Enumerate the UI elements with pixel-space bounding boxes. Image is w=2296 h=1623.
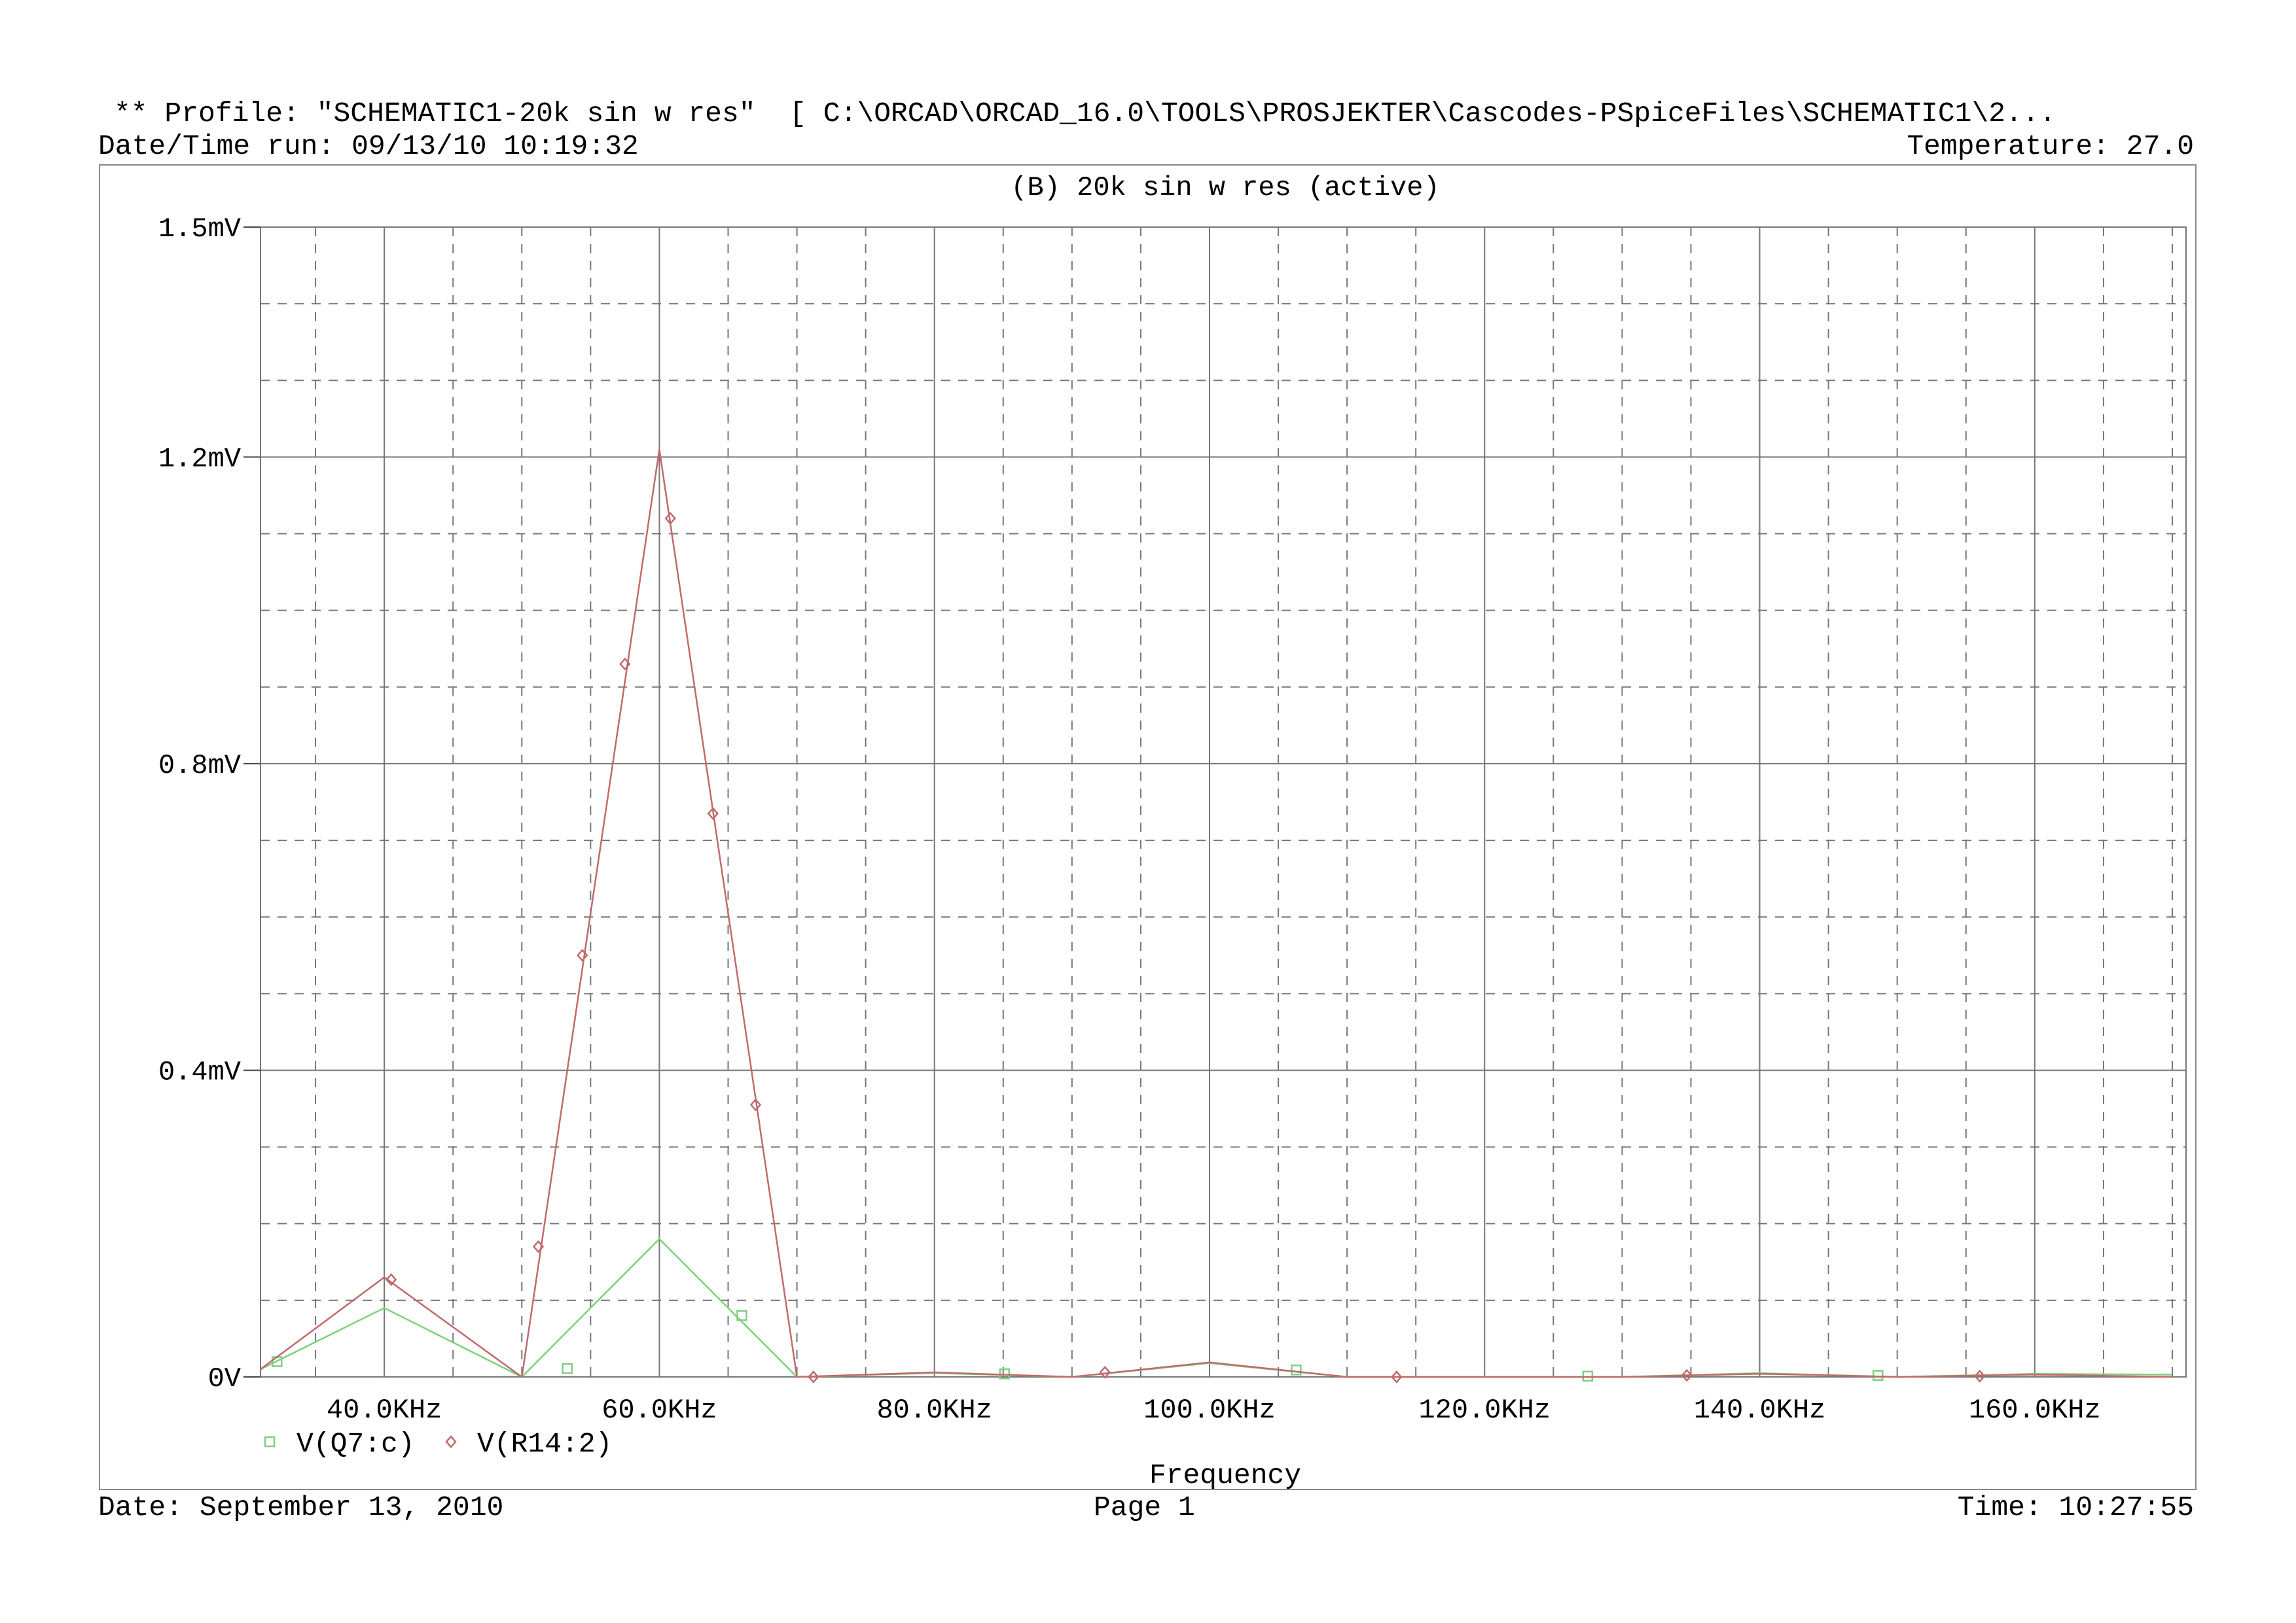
x-tick-label: 160.0KHz [1969, 1395, 2101, 1426]
y-tick-label: 0V [208, 1363, 241, 1395]
x-tick-label: 100.0KHz [1143, 1395, 1276, 1426]
series-line [260, 449, 2173, 1379]
x-tick-label: 60.0KHz [601, 1395, 717, 1426]
series-line [260, 1238, 2173, 1378]
y-tick-label: 1.5mV [158, 213, 241, 245]
y-tick-label: 1.2mV [158, 443, 241, 474]
pspice-plot: (B) 20k sin w res (active) 0V 0.4mV 0.8mV 1… [99, 164, 2197, 1491]
x-axis-ticks: 40.0KHz 60.0KHz 80.0KHz 100.0KHz 120.0KHz 140… [327, 1395, 2101, 1426]
data-point-square [1873, 1370, 1884, 1381]
grid [260, 227, 2186, 1377]
plot-window-frame [99, 164, 2197, 1490]
legend: V(Q7:c) V(R14:2) [264, 1428, 612, 1460]
y-axis-ticks: 0V 0.4mV 0.8mV 1.2mV 1.5mV [158, 213, 260, 1395]
data-point-square [562, 1363, 573, 1374]
x-tick-label: 120.0KHz [1418, 1395, 1551, 1426]
legend-label-vr142: V(R14:2) [477, 1428, 612, 1460]
series [260, 449, 2173, 1383]
x-tick-label: 140.0KHz [1694, 1395, 1826, 1426]
footer-page: Page 1 [1094, 1491, 1195, 1524]
legend-marker-square [264, 1436, 276, 1448]
chart-title: (B) 20k sin w res (active) [1011, 172, 1439, 204]
y-tick-label: 0.4mV [158, 1056, 241, 1088]
x-tick-label: 40.0KHz [327, 1395, 442, 1426]
x-axis-label: Frequency [1149, 1459, 1301, 1491]
footer-date: Date: September 13, 2010 [98, 1491, 504, 1524]
series-vr142 [260, 449, 2173, 1383]
y-tick-label: 0.8mV [158, 750, 241, 781]
footer-time: Time: 10:27:55 [1957, 1491, 2194, 1524]
legend-label-vq7c: V(Q7:c) [296, 1428, 415, 1460]
legend-marker-diamond [445, 1435, 457, 1448]
data-point-square [1291, 1364, 1302, 1376]
series-vq7c [260, 1238, 2173, 1382]
x-tick-label: 80.0KHz [876, 1395, 992, 1426]
